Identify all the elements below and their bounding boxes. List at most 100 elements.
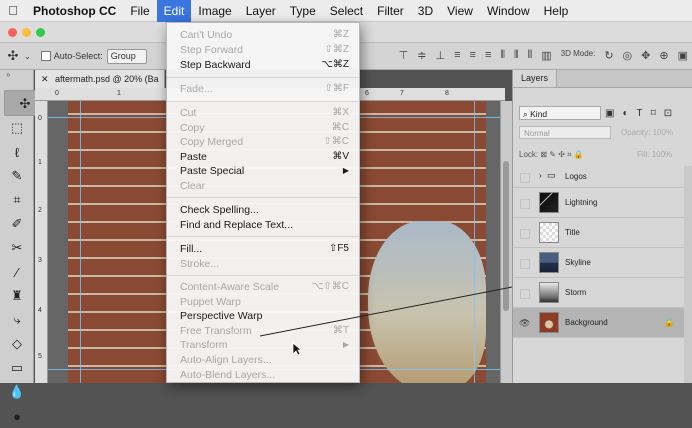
auto-align-icon[interactable]: ▥ bbox=[541, 49, 551, 62]
close-document-icon[interactable]: ✕ bbox=[41, 70, 49, 88]
fill-control[interactable]: Fill: 100% bbox=[637, 150, 692, 159]
distribute-top-icon[interactable]: ≡ bbox=[454, 49, 460, 62]
layer-visibility-toggle[interactable] bbox=[520, 199, 530, 209]
dodge-tool-icon[interactable]: ● bbox=[0, 404, 34, 428]
group-expand-chevron-icon[interactable]: › bbox=[539, 171, 542, 180]
marquee-tool-icon[interactable]: ⬚ bbox=[0, 116, 34, 140]
layer-row-storm[interactable]: Storm bbox=[513, 278, 692, 308]
menu-item-clear[interactable]: Clear bbox=[167, 179, 359, 193]
menu-file[interactable]: File bbox=[123, 0, 156, 22]
toolbar-collapse-icon[interactable]: » bbox=[0, 70, 33, 90]
zoom-window-button[interactable] bbox=[36, 28, 45, 37]
menu-item-paste-special[interactable]: Paste Special ▶ bbox=[167, 164, 359, 178]
menu-item-transform[interactable]: Transform ▶ bbox=[167, 338, 359, 352]
layer-row-skyline[interactable]: Skyline bbox=[513, 248, 692, 278]
eye-icon[interactable]: 👁 bbox=[519, 318, 530, 328]
quick-selection-tool-icon[interactable]: ✎ bbox=[0, 164, 34, 188]
menu-item-fade[interactable]: Fade... ⇧⌘F bbox=[167, 82, 359, 96]
eyedropper-tool-icon[interactable]: ✐ bbox=[0, 212, 34, 236]
guide-line[interactable] bbox=[474, 101, 475, 383]
align-bottom-icon[interactable]: ⊥ bbox=[436, 49, 446, 62]
layer-visibility-toggle[interactable] bbox=[520, 229, 530, 239]
lasso-tool-icon[interactable]: ℓ bbox=[0, 140, 34, 164]
brush-tool-icon[interactable]: ∕ bbox=[0, 260, 34, 284]
distribute-right-icon[interactable]: ⫴ bbox=[528, 49, 533, 62]
auto-select-dropdown[interactable]: Group bbox=[106, 48, 147, 64]
layers-scrollbar[interactable] bbox=[684, 166, 692, 383]
history-brush-tool-icon[interactable]: ⤷ bbox=[0, 308, 34, 332]
lock-position-icon[interactable]: ✣ bbox=[558, 150, 565, 159]
menu-item-copy-merged[interactable]: Copy Merged ⇧⌘C bbox=[167, 135, 359, 149]
healing-brush-tool-icon[interactable]: ✂ bbox=[0, 236, 34, 260]
menu-item-paste[interactable]: Paste ⌘V bbox=[167, 150, 359, 164]
filter-pixel-icon[interactable]: ▣ bbox=[605, 108, 614, 119]
gradient-tool-icon[interactable]: ▭ bbox=[0, 356, 34, 380]
menu-item-step-backward[interactable]: Step Backward ⌥⌘Z bbox=[167, 58, 359, 72]
align-vcenter-icon[interactable]: ≑ bbox=[417, 49, 426, 62]
menu-item-find-replace-text[interactable]: Find and Replace Text... bbox=[167, 218, 359, 232]
guide-line[interactable] bbox=[80, 101, 81, 383]
layer-filter-kind-dropdown[interactable]: ⌕ Kind bbox=[519, 106, 601, 120]
filter-smart-object-icon[interactable]: ⊡ bbox=[664, 108, 672, 119]
3d-pan-icon[interactable]: ✥ bbox=[641, 49, 650, 62]
filter-shape-icon[interactable]: ⌑ bbox=[651, 108, 656, 119]
menu-layer[interactable]: Layer bbox=[239, 0, 283, 22]
apple-icon[interactable]:  bbox=[0, 3, 26, 18]
filter-type-icon[interactable]: T bbox=[637, 108, 643, 119]
lock-artboard-icon[interactable]: ⌗ bbox=[567, 150, 572, 159]
menu-image[interactable]: Image bbox=[191, 0, 238, 22]
document-tab[interactable]: ✕ aftermath.psd @ 20% (Ba bbox=[35, 70, 165, 88]
menu-item-copy[interactable]: Copy ⌘C bbox=[167, 121, 359, 135]
filter-adjustment-icon[interactable]: ◐ bbox=[622, 108, 628, 119]
distribute-vcenter-icon[interactable]: ≡ bbox=[470, 49, 476, 62]
lock-all-icon[interactable]: 🔒 bbox=[574, 150, 584, 159]
menu-window[interactable]: Window bbox=[480, 0, 537, 22]
move-tool-icon[interactable]: ✣ bbox=[4, 48, 22, 64]
menu-edit[interactable]: Edit bbox=[156, 0, 192, 22]
vertical-ruler[interactable]: 0 1 2 3 4 5 bbox=[35, 101, 48, 383]
menu-photoshop[interactable]: Photoshop CC bbox=[26, 0, 123, 22]
crop-tool-icon[interactable]: ⌗ bbox=[0, 188, 34, 212]
minimize-window-button[interactable] bbox=[22, 28, 31, 37]
layer-visibility-toggle[interactable] bbox=[520, 173, 530, 183]
menu-item-step-forward[interactable]: Step Forward ⇧⌘Z bbox=[167, 43, 359, 57]
canvas-vertical-scrollbar[interactable] bbox=[500, 101, 512, 383]
opacity-control[interactable]: Opacity: 100% bbox=[621, 128, 692, 137]
menu-type[interactable]: Type bbox=[283, 0, 323, 22]
layer-visibility-toggle[interactable] bbox=[520, 259, 530, 269]
layer-thumbnail bbox=[539, 282, 559, 303]
lock-image-icon[interactable]: ✎ bbox=[549, 150, 556, 159]
menu-3d[interactable]: 3D bbox=[411, 0, 440, 22]
3d-roll-icon[interactable]: ◎ bbox=[623, 49, 633, 62]
menu-filter[interactable]: Filter bbox=[370, 0, 411, 22]
menu-view[interactable]: View bbox=[440, 0, 480, 22]
layer-row-background[interactable]: 👁 Background 🔒 bbox=[513, 308, 692, 338]
blur-tool-icon[interactable]: 💧 bbox=[0, 380, 34, 404]
menu-select[interactable]: Select bbox=[323, 0, 370, 22]
menu-item-cant-undo[interactable]: Can't Undo ⌘Z bbox=[167, 28, 359, 42]
auto-select-checkbox[interactable] bbox=[40, 51, 51, 61]
layer-row-title[interactable]: Title bbox=[513, 218, 692, 248]
close-window-button[interactable] bbox=[8, 28, 17, 37]
menu-item-cut[interactable]: Cut ⌘X bbox=[167, 106, 359, 120]
layers-tab[interactable]: Layers bbox=[513, 70, 557, 87]
eraser-tool-icon[interactable]: ◇ bbox=[0, 332, 34, 356]
menu-help[interactable]: Help bbox=[537, 0, 576, 22]
3d-scale-icon[interactable]: ▣ bbox=[678, 49, 688, 62]
3d-rotate-icon[interactable]: ↻ bbox=[604, 49, 613, 62]
lock-transparent-icon[interactable]: ⊠ bbox=[540, 150, 547, 159]
distribute-left-icon[interactable]: ⫴ bbox=[500, 49, 505, 62]
align-top-icon[interactable]: ⊤ bbox=[399, 49, 409, 62]
layer-row-logos[interactable]: › ▭ Logos bbox=[513, 166, 692, 188]
distribute-hcenter-icon[interactable]: ⫴ bbox=[514, 49, 519, 62]
menu-item-auto-align-layers[interactable]: Auto-Align Layers... bbox=[167, 353, 359, 367]
menu-item-check-spelling[interactable]: Check Spelling... bbox=[167, 203, 359, 217]
layer-visibility-toggle[interactable] bbox=[520, 289, 530, 299]
tool-preset-chevron-icon[interactable]: ⌄ bbox=[24, 52, 31, 61]
3d-slide-icon[interactable]: ⊕ bbox=[659, 49, 668, 62]
menu-item-auto-blend-layers[interactable]: Auto-Blend Layers... bbox=[167, 368, 359, 382]
distribute-bottom-icon[interactable]: ≡ bbox=[485, 49, 491, 62]
blend-mode-dropdown[interactable]: Normal bbox=[519, 126, 611, 139]
clone-stamp-tool-icon[interactable]: ♜ bbox=[0, 284, 34, 308]
layer-row-lightning[interactable]: Lightning bbox=[513, 188, 692, 218]
